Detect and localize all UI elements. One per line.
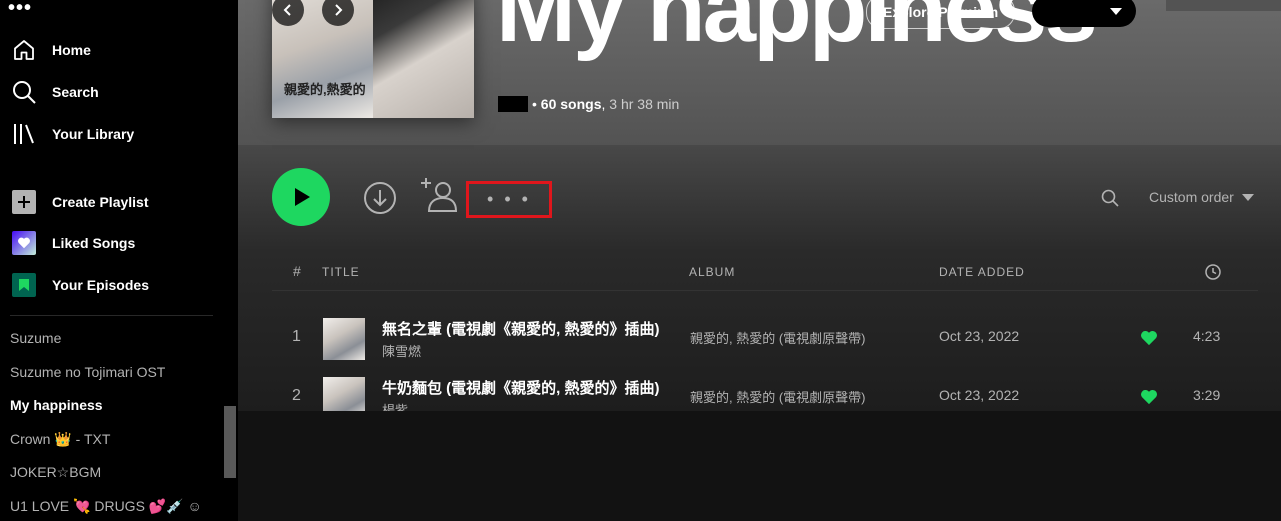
search-icon	[10, 78, 38, 106]
liked-songs-label: Liked Songs	[52, 235, 136, 251]
nav-library-label: Your Library	[52, 126, 135, 142]
meta-comma: ,	[601, 96, 610, 112]
track-artist[interactable]: 楊紫	[382, 400, 408, 411]
sidebar: ••• Home Search Your Library Create Play…	[0, 0, 238, 521]
nav-home[interactable]: Home	[10, 34, 91, 66]
meta-separator: •	[532, 96, 541, 112]
track-number: 1	[292, 328, 301, 345]
add-collaborator-button[interactable]	[421, 178, 459, 219]
caret-down-icon	[1110, 7, 1122, 15]
playlist-item[interactable]: Crown 👑 - TXT	[10, 431, 110, 448]
download-button[interactable]	[363, 181, 397, 220]
sidebar-scrollbar[interactable]	[224, 406, 236, 478]
create-playlist-label: Create Playlist	[52, 194, 149, 210]
clock-icon	[1205, 264, 1221, 283]
playlist-cover: 親愛的,熱愛的	[272, 0, 474, 118]
home-icon	[10, 36, 38, 64]
track-number: 2	[292, 387, 301, 404]
caret-down-icon	[1241, 193, 1254, 201]
sort-label: Custom order	[1149, 189, 1234, 205]
track-album[interactable]: 親愛的, 熱愛的 (電視劇原聲帶)	[690, 387, 866, 406]
track-thumbnail	[323, 318, 365, 360]
track-table-header: # TITLE ALBUM DATE ADDED	[272, 258, 1258, 291]
liked-heart-icon[interactable]	[1140, 389, 1158, 410]
playlist-item-current[interactable]: My happiness	[10, 397, 103, 413]
track-row[interactable]: 1 無名之輩 (電視劇《親愛的, 熱愛的》插曲) 陳雪燃 親愛的, 熱愛的 (電…	[272, 310, 1258, 366]
header-num: #	[293, 263, 302, 279]
play-button[interactable]	[272, 168, 330, 226]
total-duration: 3 hr 38 min	[609, 96, 680, 112]
liked-songs-button[interactable]: Liked Songs	[10, 227, 135, 259]
playlist-meta: • 60 songs , 3 hr 38 min	[498, 96, 679, 112]
create-playlist-button[interactable]: Create Playlist	[10, 186, 149, 218]
nav-search-label: Search	[52, 84, 99, 100]
playlist-item[interactable]: JOKER☆BGM	[10, 464, 101, 481]
track-title[interactable]: 牛奶麵包 (電視劇《親愛的, 熱愛的》插曲)	[382, 377, 667, 398]
playlist-item[interactable]: Suzume no Tojimari OST	[10, 364, 165, 380]
header-album[interactable]: ALBUM	[689, 265, 735, 279]
more-options-button[interactable]: • • •	[466, 181, 552, 218]
nav-search[interactable]: Search	[10, 76, 99, 108]
main-view: 親愛的,熱愛的 My happiness Explore Premium • 6…	[238, 0, 1281, 521]
plus-icon	[12, 190, 36, 214]
track-title[interactable]: 無名之輩 (電視劇《親愛的, 熱愛的》插曲)	[382, 318, 667, 339]
sidebar-divider	[10, 315, 213, 316]
search-icon	[1101, 189, 1119, 207]
track-duration: 3:29	[1193, 387, 1221, 403]
app-menu-icon[interactable]: •••	[8, 0, 32, 18]
heart-icon	[12, 231, 36, 255]
header-title[interactable]: TITLE	[322, 265, 360, 279]
liked-heart-icon[interactable]	[1140, 330, 1158, 351]
track-artist[interactable]: 陳雪燃	[382, 341, 421, 360]
song-count: 60 songs	[540, 96, 602, 112]
track-date-added: Oct 23, 2022	[939, 387, 1020, 403]
sort-dropdown[interactable]: Custom order	[1149, 189, 1254, 205]
nav-home-label: Home	[52, 42, 91, 58]
add-user-icon	[421, 178, 458, 212]
playlist-item[interactable]: Suzume	[10, 330, 61, 346]
redacted-username	[1042, 3, 1098, 19]
user-menu-button[interactable]	[1032, 0, 1136, 27]
explore-premium-button[interactable]: Explore Premium	[866, 0, 1016, 29]
window-corner	[1166, 0, 1281, 11]
your-episodes-button[interactable]: Your Episodes	[10, 269, 149, 301]
track-row[interactable]: 2 牛奶麵包 (電視劇《親愛的, 熱愛的》插曲) 楊紫 親愛的, 熱愛的 (電視…	[272, 369, 1258, 411]
header-date-added[interactable]: DATE ADDED	[939, 265, 1025, 279]
track-album[interactable]: 親愛的, 熱愛的 (電視劇原聲帶)	[690, 328, 866, 347]
download-icon	[364, 182, 396, 214]
lower-background	[238, 411, 1281, 521]
playlist-item[interactable]: U1 LOVE 💘 DRUGS 💕💉 ☺	[10, 498, 202, 515]
track-duration: 4:23	[1193, 328, 1221, 344]
track-date-added: Oct 23, 2022	[939, 328, 1020, 344]
bookmark-icon	[12, 273, 36, 297]
library-icon	[10, 120, 38, 148]
play-icon	[295, 188, 310, 206]
redacted-owner	[498, 96, 528, 112]
track-thumbnail	[323, 377, 365, 411]
chevron-left-icon	[283, 4, 291, 16]
your-episodes-label: Your Episodes	[52, 277, 149, 293]
chevron-right-icon	[335, 4, 343, 16]
more-options-icon: • • •	[487, 189, 531, 209]
cover-tile	[373, 0, 474, 118]
nav-library[interactable]: Your Library	[10, 118, 134, 150]
playlist-search-button[interactable]	[1101, 189, 1119, 212]
cover-text: 親愛的,熱愛的	[284, 82, 366, 97]
